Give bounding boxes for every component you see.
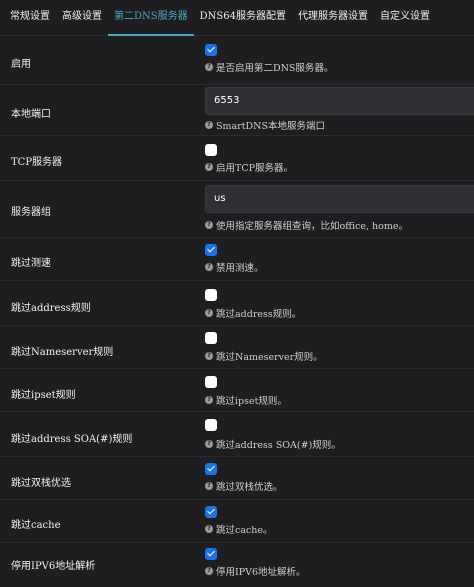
question-circle-icon: ? xyxy=(205,567,213,575)
row-hint: ? 跳过address规则。 xyxy=(205,306,301,320)
question-circle-icon: ? xyxy=(205,309,213,317)
tab-proxy[interactable]: 代理服务器设置 xyxy=(292,0,374,36)
skip-speed-check-checkbox[interactable] xyxy=(205,244,217,256)
tcp-server-checkbox[interactable] xyxy=(205,144,217,156)
row-hint: ? SmartDNS本地服务端口 xyxy=(205,118,325,132)
row-label: 跳过cache xyxy=(11,520,61,531)
row-skip-cache: 跳过cache ? 跳过cache。 xyxy=(0,500,474,543)
tab-general[interactable]: 常规设置 xyxy=(4,0,56,36)
skip-nameserver-rule-checkbox[interactable] xyxy=(205,332,217,344)
tab-bar: 常规设置 高级设置 第二DNS服务器 DNS64服务器配置 代理服务器设置 自定… xyxy=(0,0,474,36)
tab-custom[interactable]: 自定义设置 xyxy=(374,0,436,36)
row-label: 跳过Nameserver规则 xyxy=(11,347,114,358)
row-tcp-server: TCP服务器 ? 启用TCP服务器。 xyxy=(0,136,474,181)
row-skip-dualstack-selection: 跳过双栈优选 ? 跳过双栈优选。 xyxy=(0,457,474,500)
enable-checkbox[interactable] xyxy=(205,44,217,56)
skip-dualstack-selection-checkbox[interactable] xyxy=(205,463,217,475)
row-hint: ? 跳过Nameserver规则。 xyxy=(205,349,323,363)
row-disable-ipv6-resolution: 停用IPV6地址解析 ? 停用IPV6地址解析。 xyxy=(0,543,474,587)
row-server-group: 服务器组 us ? 使用指定服务器组查询，比如office, home。 xyxy=(0,181,474,238)
tab-second-dns[interactable]: 第二DNS服务器 xyxy=(108,0,194,36)
row-skip-address-soa-rule: 跳过address SOA(#)规则 ? 跳过address SOA(#)规则。 xyxy=(0,412,474,457)
tab-advanced[interactable]: 高级设置 xyxy=(56,0,108,36)
row-label: TCP服务器 xyxy=(11,157,63,168)
server-group-input[interactable]: us xyxy=(205,185,474,213)
question-circle-icon: ? xyxy=(205,440,213,448)
question-circle-icon: ? xyxy=(205,163,213,171)
disable-ipv6-resolution-checkbox[interactable] xyxy=(205,548,217,560)
question-circle-icon: ? xyxy=(205,263,213,271)
question-circle-icon: ? xyxy=(205,221,213,229)
question-circle-icon: ? xyxy=(205,352,213,360)
question-circle-icon: ? xyxy=(205,482,213,490)
row-skip-address-rule: 跳过address规则 ? 跳过address规则。 xyxy=(0,281,474,326)
row-label: 跳过ipset规则 xyxy=(11,390,76,401)
row-label: 服务器组 xyxy=(11,207,51,218)
row-skip-speed-check: 跳过测速 ? 禁用测速。 xyxy=(0,238,474,281)
row-skip-nameserver-rule: 跳过Nameserver规则 ? 跳过Nameserver规则。 xyxy=(0,326,474,369)
row-hint: ? 是否启用第二DNS服务器。 xyxy=(205,60,333,74)
skip-cache-checkbox[interactable] xyxy=(205,506,217,518)
row-skip-ipset-rule: 跳过ipset规则 ? 跳过ipset规则。 xyxy=(0,369,474,412)
settings-form: 启用 ? 是否启用第二DNS服务器。 本地端口 6553 ? SmartDNS本地服… xyxy=(0,36,474,587)
local-port-input[interactable]: 6553 xyxy=(205,87,474,115)
row-label: 本地端口 xyxy=(11,109,51,120)
row-hint: ? 禁用测速。 xyxy=(205,260,264,274)
row-label: 跳过address规则 xyxy=(11,303,91,314)
row-hint: ? 跳过双栈优选。 xyxy=(205,479,283,493)
row-local-port: 本地端口 6553 ? SmartDNS本地服务端口 xyxy=(0,85,474,136)
row-label: 启用 xyxy=(11,59,31,70)
row-label: 停用IPV6地址解析 xyxy=(11,561,96,572)
question-circle-icon: ? xyxy=(205,525,213,533)
row-label: 跳过测速 xyxy=(11,258,51,269)
question-circle-icon: ? xyxy=(205,121,213,129)
tab-dns64[interactable]: DNS64服务器配置 xyxy=(194,0,292,36)
row-hint: ? 跳过ipset规则。 xyxy=(205,393,287,407)
question-circle-icon: ? xyxy=(205,63,213,71)
row-label: 跳过双栈优选 xyxy=(11,478,71,489)
row-hint: ? 启用TCP服务器。 xyxy=(205,160,293,174)
skip-ipset-rule-checkbox[interactable] xyxy=(205,376,217,388)
row-hint: ? 跳过address SOA(#)规则。 xyxy=(205,437,341,451)
skip-address-soa-rule-checkbox[interactable] xyxy=(205,419,217,431)
row-hint: ? 跳过cache。 xyxy=(205,522,273,536)
skip-address-rule-checkbox[interactable] xyxy=(205,289,217,301)
row-hint: ? 使用指定服务器组查询，比如office, home。 xyxy=(205,218,408,232)
question-circle-icon: ? xyxy=(205,396,213,404)
row-label: 跳过address SOA(#)规则 xyxy=(11,434,133,445)
row-enable: 启用 ? 是否启用第二DNS服务器。 xyxy=(0,36,474,85)
